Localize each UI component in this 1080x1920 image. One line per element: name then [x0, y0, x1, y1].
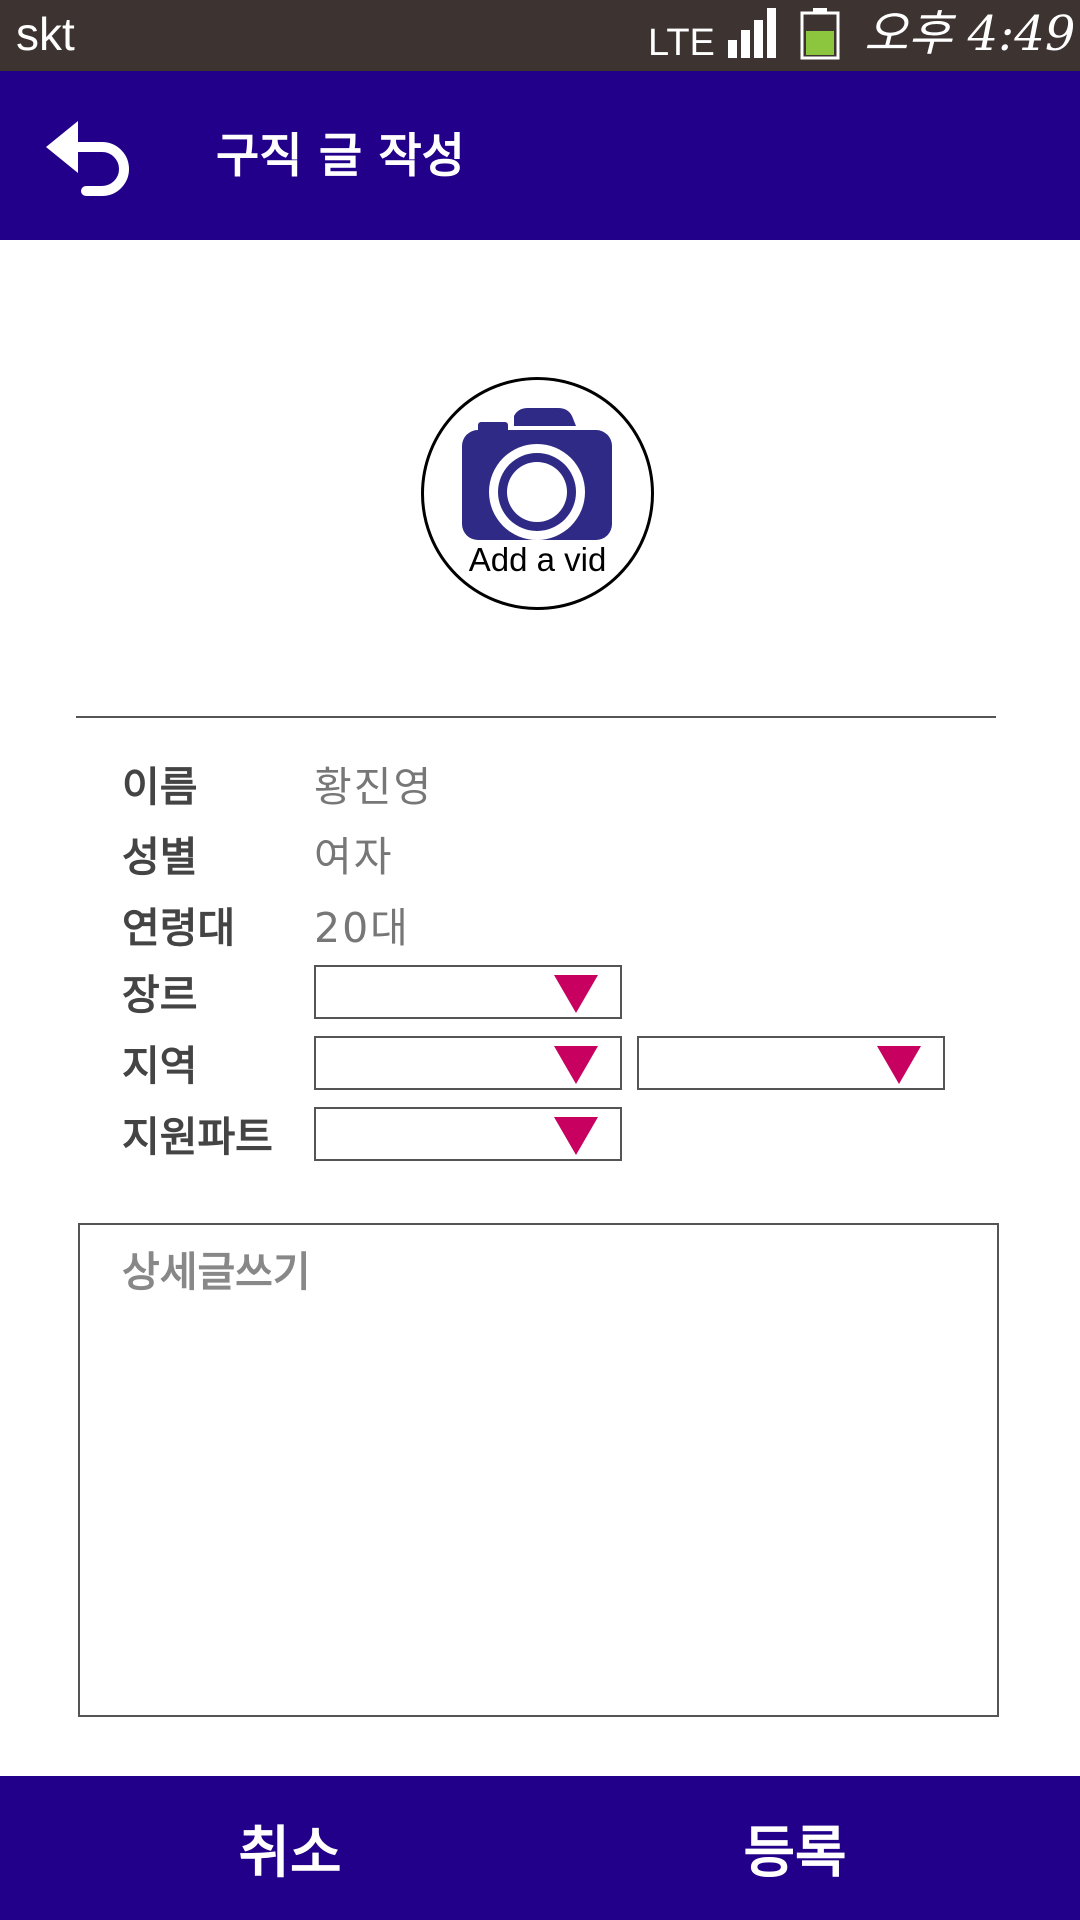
cancel-button[interactable]: 취소: [20, 1776, 560, 1920]
app-bar: 구직 글 작성: [0, 71, 1080, 240]
submit-button[interactable]: 등록: [525, 1776, 1065, 1920]
add-video-label: Add a vid: [468, 541, 607, 578]
job-post-screen: skt LTE 오후 4:49 구직 글 작성 Add a vid 이름 황진영…: [0, 0, 1080, 1920]
status-bar: skt LTE 오후 4:49: [0, 0, 1080, 71]
age-group-value: 20대: [314, 904, 410, 952]
bottom-action-bar: 취소 등록: [0, 1776, 1080, 1920]
region-primary-select[interactable]: [314, 1036, 622, 1090]
clock-label: 오후 4:49: [864, 6, 1076, 62]
divider: [76, 716, 996, 718]
camera-icon: [462, 408, 612, 540]
part-select[interactable]: [314, 1107, 622, 1161]
genre-select[interactable]: [314, 965, 622, 1019]
dropdown-arrow-icon: [554, 975, 598, 1013]
region-secondary-select[interactable]: [637, 1036, 945, 1090]
dropdown-arrow-icon: [554, 1117, 598, 1155]
gender-label: 성별: [122, 833, 198, 881]
detail-textarea[interactable]: 상세글쓰기: [78, 1223, 999, 1717]
page-title: 구직 글 작성: [216, 129, 465, 184]
age-group-label: 연령대: [122, 904, 236, 952]
name-label: 이름: [122, 763, 198, 811]
network-type-label: LTE: [648, 22, 715, 64]
add-video-button[interactable]: Add a vid: [421, 377, 654, 610]
back-arrow-icon: [46, 121, 129, 196]
detail-placeholder: 상세글쓰기: [122, 1248, 311, 1296]
back-button[interactable]: [40, 111, 140, 201]
battery-icon: [800, 8, 840, 60]
gender-value: 여자: [314, 833, 394, 881]
name-value: 황진영: [314, 763, 434, 811]
signal-icon: [728, 8, 776, 58]
region-label: 지역: [122, 1042, 198, 1090]
part-label: 지원파트: [122, 1113, 273, 1161]
dropdown-arrow-icon: [554, 1046, 598, 1084]
carrier-label: skt: [16, 8, 75, 60]
dropdown-arrow-icon: [877, 1046, 921, 1084]
genre-label: 장르: [122, 971, 198, 1019]
